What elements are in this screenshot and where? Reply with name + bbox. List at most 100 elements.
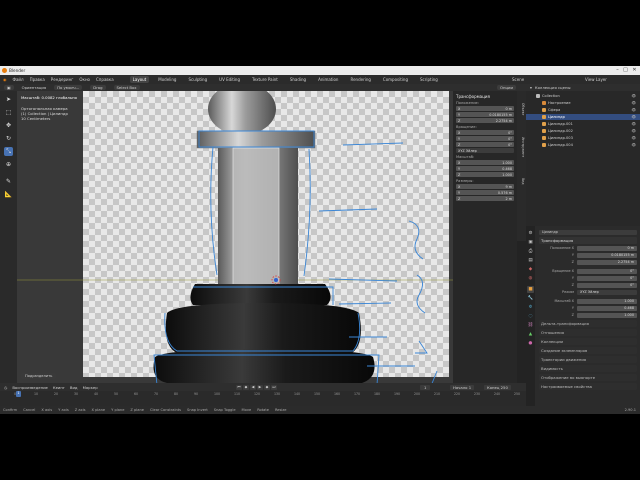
npanel-scale-z[interactable]: Z 1.000 xyxy=(456,172,514,177)
view-layer-selector[interactable]: View Layer xyxy=(585,77,607,82)
select-mode-dropdown[interactable]: Select Box xyxy=(113,85,140,90)
constraints-icon[interactable]: ⛓ xyxy=(527,322,534,329)
section-collapsed[interactable]: Отношения xyxy=(539,329,637,336)
close-button[interactable]: ✕ xyxy=(631,67,638,74)
visibility-eye-icon[interactable]: 👁 xyxy=(631,114,636,120)
section-collapsed[interactable]: Видимость xyxy=(539,365,637,372)
npanel-rotation-y[interactable]: Y 0° xyxy=(456,136,514,141)
npanel-rotation-x[interactable]: X 0° xyxy=(456,130,514,135)
npanel-scale-y[interactable]: Y 0.468 xyxy=(456,166,514,171)
tab-animation[interactable]: Animation xyxy=(315,76,341,83)
tab-texture-paint[interactable]: Texture Paint xyxy=(249,76,281,83)
pawn-head-sphere[interactable] xyxy=(208,91,276,135)
output-icon[interactable]: ⎙ xyxy=(527,248,534,255)
playhead[interactable]: 1 xyxy=(16,391,21,397)
section-collapsed[interactable]: Коллекции xyxy=(539,338,637,345)
prop-scale-x[interactable]: 1.000 xyxy=(577,298,637,304)
menu-edit[interactable]: Правка xyxy=(30,77,45,82)
menu-file[interactable]: Файл xyxy=(13,77,24,82)
prop-rotation-z[interactable]: 0° xyxy=(577,282,637,288)
annotate-icon[interactable]: ✎ xyxy=(4,177,13,186)
prev-key-icon[interactable]: ◆ xyxy=(243,384,249,390)
tab-uv-editing[interactable]: UV Editing xyxy=(216,76,243,83)
play-icon[interactable]: ▶ xyxy=(257,384,263,390)
physics-icon[interactable]: ◌ xyxy=(527,313,534,320)
visibility-eye-icon[interactable]: 👁 xyxy=(631,93,636,99)
current-frame-field[interactable]: 1 xyxy=(420,384,431,390)
snap-dropdown[interactable]: Drag xyxy=(90,85,106,90)
outliner-item[interactable]: Цилиндр.004 👁 xyxy=(526,142,640,148)
timeline-menu-view[interactable]: Вид xyxy=(70,385,78,390)
pawn-collar[interactable] xyxy=(196,130,316,149)
particles-icon[interactable]: ✲ xyxy=(527,304,534,311)
tool-settings-icon[interactable]: ⚙ xyxy=(527,230,534,237)
object-name-field[interactable]: Цилиндр xyxy=(539,229,637,235)
npanel-tab-item[interactable]: Объект xyxy=(518,95,525,123)
data-icon[interactable]: ▲ xyxy=(527,331,534,338)
cylinder-mesh-selected[interactable] xyxy=(232,147,280,289)
material-icon[interactable]: ● xyxy=(527,340,534,347)
prop-scale-y[interactable]: 0.468 xyxy=(577,305,637,311)
npanel-rotation-mode[interactable]: XYZ Эйлер xyxy=(456,148,514,153)
cursor-icon[interactable]: ➤ xyxy=(4,95,13,104)
rotate-icon[interactable]: ↻ xyxy=(4,134,13,143)
prop-location-y[interactable]: 0.0180155 m xyxy=(577,252,637,258)
scene-icon[interactable]: ◆ xyxy=(527,266,534,273)
section-collapsed[interactable]: Отображение во вьюпорте xyxy=(539,374,637,381)
frame-end-field[interactable]: Конец 250 xyxy=(484,384,511,390)
section-collapsed[interactable]: Траектории движения xyxy=(539,356,637,363)
options-dropdown[interactable]: Опции xyxy=(497,85,516,90)
visibility-eye-icon[interactable]: 👁 xyxy=(631,121,636,127)
section-transform[interactable]: Трансформация xyxy=(539,237,637,244)
outliner-item[interactable]: Collection 👁 xyxy=(526,93,640,99)
visibility-eye-icon[interactable]: 👁 xyxy=(631,142,636,148)
move-icon[interactable]: ✥ xyxy=(4,121,13,130)
pivot-dropdown[interactable]: По умолч... xyxy=(54,85,83,90)
tab-compositing[interactable]: Compositing xyxy=(380,76,411,83)
tab-scripting[interactable]: Scripting xyxy=(417,76,441,83)
last-operator-panel[interactable]: Подразделить xyxy=(21,373,57,379)
section-collapsed[interactable]: Дельта-трансформация xyxy=(539,320,637,327)
menu-help[interactable]: Справка xyxy=(96,77,114,82)
outliner-item[interactable]: Цилиндр 👁 xyxy=(526,114,640,120)
visibility-eye-icon[interactable]: 👁 xyxy=(631,128,636,134)
prop-rotation-y[interactable]: 0° xyxy=(577,275,637,281)
tab-rendering[interactable]: Rendering xyxy=(347,76,373,83)
outliner-item[interactable]: Цилиндр.002 👁 xyxy=(526,128,640,134)
blender-menu-icon[interactable]: ◉ xyxy=(3,77,7,82)
modifier-icon[interactable]: 🔧 xyxy=(527,295,534,302)
outliner-item[interactable]: Цилиндр.003 👁 xyxy=(526,135,640,141)
tab-shading[interactable]: Shading xyxy=(287,76,309,83)
visibility-eye-icon[interactable]: 👁 xyxy=(631,107,636,113)
section-collapsed[interactable]: Создание экземпляров xyxy=(539,347,637,354)
menu-render[interactable]: Рендеринг xyxy=(51,77,74,82)
visibility-eye-icon[interactable]: 👁 xyxy=(631,135,636,141)
prop-location-z[interactable]: 2.2754 m xyxy=(577,259,637,265)
tab-modeling[interactable]: Modeling xyxy=(155,76,179,83)
scale-icon[interactable]: ⤡ xyxy=(4,147,13,156)
maximize-button[interactable]: □ xyxy=(622,67,629,74)
jump-start-icon[interactable]: ⏮ xyxy=(236,384,242,390)
outliner-item[interactable]: Цилиндр.001 👁 xyxy=(526,121,640,127)
visibility-eye-icon[interactable]: 👁 xyxy=(631,100,636,106)
tab-layout[interactable]: Layout xyxy=(129,76,150,83)
section-collapsed[interactable]: Настраиваемые свойства xyxy=(539,383,637,390)
prop-rotation-x[interactable]: 0° xyxy=(577,268,637,274)
prop-scale-z[interactable]: 1.000 xyxy=(577,312,637,318)
3d-viewport[interactable]: Масштаб: 0.0082 глобально Ортогональная … xyxy=(17,91,453,387)
npanel-tab-view[interactable]: Вид xyxy=(518,171,525,191)
transform-icon[interactable]: ⊕ xyxy=(4,160,13,169)
frame-start-field[interactable]: Начало 1 xyxy=(450,384,475,390)
play-reverse-icon[interactable]: ◀ xyxy=(250,384,256,390)
menu-window[interactable]: Окно xyxy=(79,77,90,82)
outliner-item[interactable]: Сфера 👁 xyxy=(526,107,640,113)
next-key-icon[interactable]: ◆ xyxy=(264,384,270,390)
scene-selector[interactable]: Scene xyxy=(512,77,524,82)
npanel-scale-x[interactable]: X 1.000 xyxy=(456,160,514,165)
prop-location-x[interactable]: 0 m xyxy=(577,245,637,251)
timeline-menu-playback[interactable]: Воспроизведение xyxy=(12,385,48,390)
orientation-label[interactable]: Ориентация xyxy=(22,85,47,90)
outliner-item[interactable]: Настроение 👁 xyxy=(526,100,640,106)
timeline-editor-icon[interactable]: ◷ xyxy=(4,385,7,390)
npanel-rotation-z[interactable]: Z 0° xyxy=(456,142,514,147)
